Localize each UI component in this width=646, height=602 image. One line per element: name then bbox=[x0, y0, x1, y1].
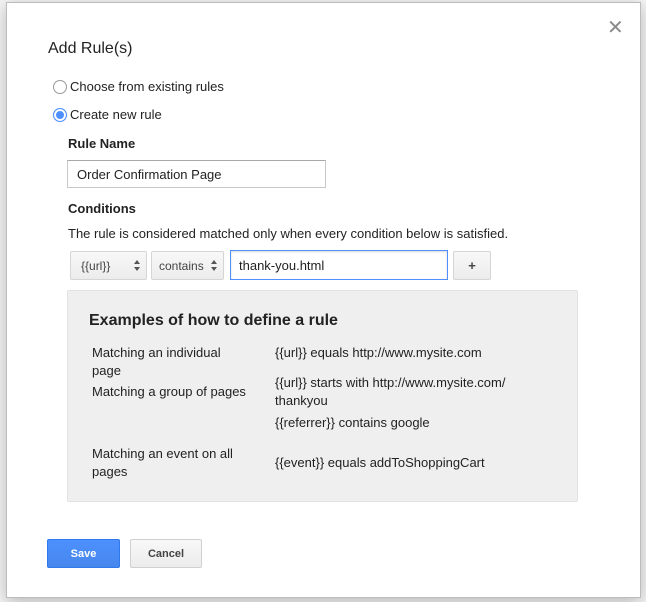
save-button[interactable]: Save bbox=[47, 539, 120, 568]
example-value: {{referrer}} contains google bbox=[275, 415, 430, 430]
example-label: Matching a group of pages bbox=[92, 384, 246, 399]
conditions-description: The rule is considered matched only when… bbox=[68, 226, 509, 241]
rule-name-input[interactable] bbox=[67, 160, 326, 188]
close-icon[interactable]: ✕ bbox=[607, 18, 624, 38]
operator-select[interactable]: contains bbox=[151, 251, 224, 280]
radio-button-checked[interactable] bbox=[53, 107, 67, 122]
example-value: {{url}} equals http://www.mysite.com bbox=[275, 345, 482, 360]
rule-name-label: Rule Name bbox=[68, 136, 136, 151]
example-label: Matching an event on all pages bbox=[92, 446, 233, 479]
examples-title: Examples of how to define a rule bbox=[89, 312, 338, 329]
conditions-label: Conditions bbox=[68, 201, 136, 216]
operator-select-value: contains bbox=[159, 258, 204, 273]
radio-label: Create new rule bbox=[70, 107, 162, 122]
add-condition-button[interactable]: + bbox=[453, 251, 491, 280]
cancel-button[interactable]: Cancel bbox=[130, 539, 202, 568]
radio-button-unchecked[interactable] bbox=[53, 79, 67, 94]
example-value: {{url}} starts with http://www.mysite.co… bbox=[275, 375, 506, 408]
example-value: {{event}} equals addToShoppingCart bbox=[275, 455, 485, 470]
radio-choose-existing[interactable]: Choose from existing rules bbox=[53, 79, 224, 94]
condition-value-input[interactable] bbox=[230, 250, 448, 280]
dialog-title: Add Rule(s) bbox=[48, 40, 133, 57]
select-arrows-icon bbox=[134, 260, 141, 272]
radio-create-new[interactable]: Create new rule bbox=[53, 107, 162, 122]
radio-label: Choose from existing rules bbox=[70, 79, 224, 94]
variable-select[interactable]: {{url}} bbox=[70, 251, 147, 280]
variable-select-value: {{url}} bbox=[81, 258, 111, 273]
add-rules-dialog: ✕ Add Rule(s) Choose from existing rules… bbox=[6, 2, 641, 598]
select-arrows-icon bbox=[211, 260, 218, 272]
example-label: Matching an individual page bbox=[92, 345, 221, 378]
examples-panel: Examples of how to define a rule Matchin… bbox=[67, 290, 578, 502]
